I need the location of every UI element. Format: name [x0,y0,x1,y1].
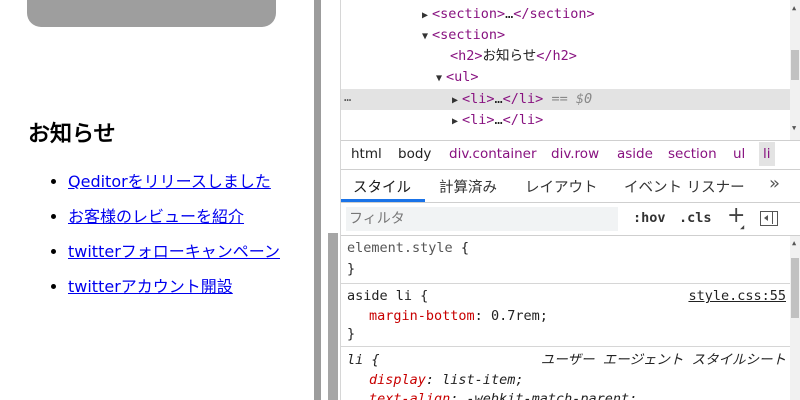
rule-selector[interactable]: aside li { [347,286,428,306]
tree-row-h2[interactable]: <h2>お知らせ</h2> [341,46,800,67]
brace-close: } [347,326,356,342]
tree-scrollbar-thumb[interactable] [791,50,799,80]
collapse-triangle-icon[interactable]: ▼ [422,26,432,47]
property-value: 0.7rem; [490,308,548,324]
tab-event-listeners[interactable]: イベント リスナー [624,176,745,197]
breadcrumb-div-row[interactable]: div.row [551,146,599,162]
active-tab-indicator [341,199,425,202]
more-tabs-icon[interactable]: » [769,173,780,194]
toggle-sidebar-icon[interactable] [760,211,778,226]
selector-text: element.style [347,240,453,256]
page-heading: お知らせ [28,122,116,147]
page-preview: お知らせ Qeditorをリリースしました お客様のレビューを紹介 twitte… [0,0,314,400]
breadcrumb-body[interactable]: body [398,146,431,162]
brace-close: } [347,261,356,277]
breadcrumb-li[interactable]: li [759,142,775,166]
list-item: twitterフォローキャンペーン [68,240,280,275]
style-property: text-align: -webkit-match-parent; [369,389,637,400]
user-agent-stylesheet-label: ユーザー エージェント スタイルシート [540,352,786,368]
property-name: display [369,372,426,388]
collapse-triangle-icon[interactable]: ▼ [436,68,446,89]
property-name: margin-bottom [369,308,475,324]
news-link[interactable]: twitterフォローキャンペーン [68,242,280,261]
tree-ellipsis: … [494,91,503,107]
expand-triangle-icon[interactable]: ▶ [452,111,462,132]
breadcrumb-aside[interactable]: aside [617,146,653,162]
elements-tree: ▶ <section>…</section> ▼ <section> <h2>お知ら… [341,0,800,140]
brace-open: { [460,240,469,256]
styles-scrollbar-thumb[interactable] [791,258,799,318]
breadcrumb-ul[interactable]: ul [733,146,745,162]
new-rule-menu-icon[interactable]: ◢ [740,223,744,231]
class-toggle-button[interactable]: .cls [679,210,712,226]
page-scrollbar[interactable] [314,0,321,400]
filter-input[interactable] [346,207,618,231]
more-actions-icon[interactable]: … [344,90,352,104]
tag-open: <ul> [446,69,479,85]
styles-pane: element.style { } aside li { style.css:5… [341,236,790,400]
expand-triangle-icon[interactable]: ▶ [422,5,432,26]
list-item: Qeditorをリリースしました [68,170,280,205]
header-card [27,0,276,27]
news-link[interactable]: お客様のレビューを紹介 [68,207,244,226]
filter-bar: :hov .cls + ◢ [341,203,800,236]
news-link[interactable]: twitterアカウント開設 [68,277,233,296]
tree-row-section[interactable]: ▶ <section>…</section> [341,4,800,25]
tag-close: </h2> [536,48,577,64]
breadcrumb-div-container[interactable]: div.container [449,146,537,162]
tag-open: <section> [432,6,506,22]
rule-selector: li { [347,350,380,370]
tree-row-li[interactable]: ▶ <li>…</li> [341,110,800,131]
breadcrumb-html[interactable]: html [351,146,382,162]
tag-close: </section> [513,6,595,22]
tab-computed[interactable]: 計算済み [439,176,497,197]
brace-open: { [420,288,429,304]
devtools-scrollbar-thumb[interactable] [328,233,338,400]
selector-text: li [347,352,364,368]
tree-ellipsis: … [494,112,503,128]
style-property: display: list-item; [369,372,524,388]
property-name: text-align [369,391,451,400]
news-list: Qeditorをリリースしました お客様のレビューを紹介 twitterフォロー… [28,170,280,310]
tree-row-section-open[interactable]: ▼ <section> [341,25,800,46]
news-link[interactable]: Qeditorをリリースしました [68,172,271,191]
tree-row-ul[interactable]: ▼ <ul> [341,67,800,88]
scroll-down-arrow-icon[interactable]: ▼ [792,124,796,132]
scroll-up-arrow-icon[interactable]: ▲ [792,4,796,12]
list-item: twitterアカウント開設 [68,275,280,310]
tag-open: <li> [462,112,495,128]
tag-open: <li> [462,91,495,107]
property-value: list-item; [442,372,524,388]
styles-tabs: スタイル 計算済み レイアウト イベント リスナー » [341,170,800,203]
hover-state-button[interactable]: :hov [633,210,666,226]
tree-row-li-selected[interactable]: ▶ <li>…</li> == $0 [341,89,800,110]
rule-element-style: element.style { } [341,236,790,284]
selector-text: aside li [347,288,413,304]
expand-triangle-icon[interactable]: ▶ [452,90,462,111]
rule-selector[interactable]: element.style { [347,238,469,258]
property-value: -webkit-match-parent; [466,391,638,400]
selected-marker: == $0 [551,91,593,107]
h2-text: お知らせ [482,48,537,64]
brace-open: { [371,352,380,368]
style-property[interactable]: margin-bottom: 0.7rem; [369,306,548,326]
devtools-panel: ▶ <section>…</section> ▼ <section> <h2>お知ら… [341,0,800,400]
tag-close: </li> [502,112,544,128]
tab-styles[interactable]: スタイル [353,176,411,197]
tag-open: <h2> [450,48,483,64]
rule-aside-li: aside li { style.css:55 margin-bottom: 0… [341,284,790,347]
list-item: お客様のレビューを紹介 [68,205,280,240]
rule-li-user-agent: li { ユーザー エージェント スタイルシート display: list-i… [341,347,790,400]
tag-open: <section> [432,27,506,43]
breadcrumb: html body div.container div.row aside se… [341,140,800,170]
scroll-up-arrow-icon[interactable]: ▲ [792,239,796,247]
breadcrumb-section[interactable]: section [668,146,717,162]
tab-layout[interactable]: レイアウト [525,176,598,197]
tag-close: </li> [502,91,544,107]
source-link[interactable]: style.css:55 [688,286,786,306]
